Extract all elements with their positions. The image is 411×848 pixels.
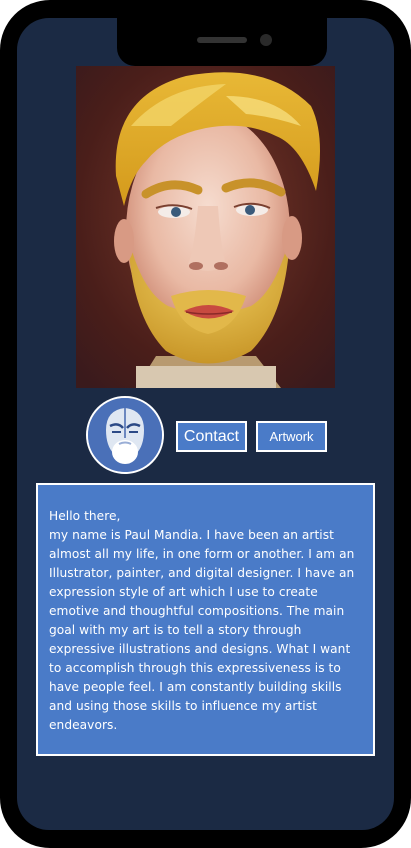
speaker-icon — [197, 37, 247, 43]
bio-panel: Hello there, my name is Paul Mandia. I h… — [36, 483, 375, 756]
bio-text: my name is Paul Mandia. I have been an a… — [49, 528, 355, 732]
portrait-image — [76, 66, 335, 388]
artist-logo-icon[interactable] — [86, 396, 164, 474]
camera-icon — [260, 34, 272, 46]
phone-notch — [117, 18, 327, 66]
contact-button[interactable]: Contact — [176, 421, 247, 452]
artwork-button[interactable]: Artwork — [256, 421, 327, 452]
bio-greeting: Hello there, — [49, 509, 121, 523]
